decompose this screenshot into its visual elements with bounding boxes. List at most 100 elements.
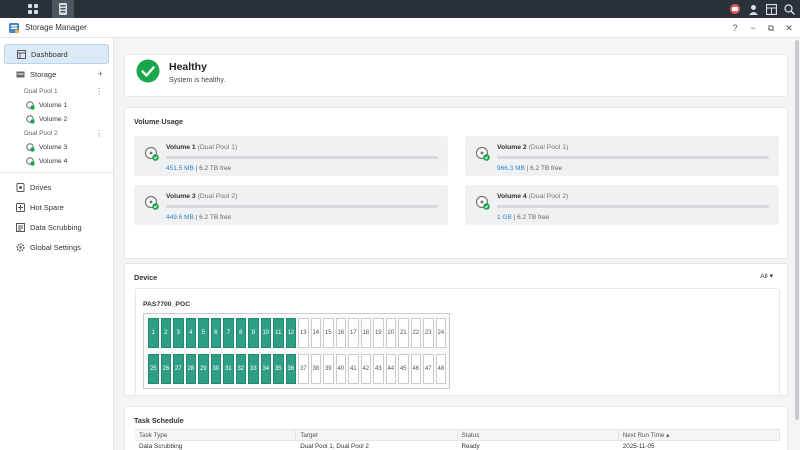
drive-bay[interactable]: 18 (360, 318, 372, 348)
volume-healthy-icon (144, 146, 159, 161)
drive-bay[interactable]: 31 (223, 354, 234, 384)
more-options-icon[interactable]: ⋮ (95, 129, 103, 138)
drive-bay[interactable]: 35 (273, 354, 284, 384)
volume-card[interactable]: Volume 4 (Dual Pool 2) 1 GB | 6.2 TB fre… (465, 185, 779, 225)
table-cell: Data Scrubbing (139, 443, 183, 450)
drive-bay[interactable]: 34 (260, 354, 272, 384)
drive-bay[interactable]: 17 (348, 318, 359, 348)
volume-name: Volume 3 (166, 193, 196, 200)
volume-usage-title: Volume Usage (134, 117, 183, 126)
volume-name: Volume 4 (497, 193, 527, 200)
drive-bay[interactable]: 7 (223, 318, 234, 348)
sidebar-item-volume-2[interactable]: Volume 2 (0, 112, 113, 126)
search-icon[interactable] (782, 2, 796, 16)
drive-bay[interactable]: 44 (385, 354, 397, 384)
notification-icon[interactable] (728, 2, 742, 16)
sidebar-item-data-scrubbing[interactable]: Data Scrubbing (4, 217, 109, 237)
drive-bay[interactable]: 45 (398, 354, 409, 384)
drive-bay[interactable]: 37 (298, 354, 309, 384)
drive-bay[interactable]: 19 (373, 318, 384, 348)
sidebar-item-label: Data Scrubbing (30, 222, 82, 232)
drive-bay[interactable]: 48 (435, 354, 447, 384)
drive-bay[interactable]: 27 (173, 354, 184, 384)
drive-bay[interactable]: 3 (173, 318, 184, 348)
drive-bay[interactable]: 13 (298, 318, 309, 348)
sidebar-item-volume-4[interactable]: Volume 4 (0, 154, 113, 168)
pool-header-1[interactable]: Dual Pool 1 ⋮ (0, 84, 113, 98)
drive-bay[interactable]: 16 (335, 318, 347, 348)
drive-bay[interactable]: 30 (210, 354, 222, 384)
drive-bay[interactable]: 39 (323, 354, 334, 384)
sidebar-item-dashboard[interactable]: Dashboard (4, 44, 109, 64)
drive-bay[interactable]: 14 (310, 318, 322, 348)
drive-bay[interactable]: 41 (348, 354, 359, 384)
drive-bay[interactable]: 25 (148, 354, 159, 384)
table-row[interactable]: Data Scrubbing Dual Pool 1, Dual Pool 2 … (135, 441, 780, 450)
health-card: Healthy System is healthy. (124, 54, 788, 97)
column-header-task-type[interactable]: Task Type (135, 430, 297, 440)
volume-used: 1 GB (497, 214, 512, 221)
volume-usage-bar (497, 156, 769, 159)
volume-free: | 6.2 TB free (195, 165, 232, 172)
drive-bay[interactable]: 32 (235, 354, 247, 384)
add-icon[interactable]: + (98, 69, 103, 79)
sidebar-item-global-settings[interactable]: Global Settings (4, 237, 109, 257)
drive-bay[interactable]: 6 (210, 318, 222, 348)
minimize-icon[interactable]: − (748, 23, 758, 33)
column-header-status[interactable]: Status (458, 430, 619, 440)
drive-bay[interactable]: 43 (373, 354, 384, 384)
drive-bay[interactable]: 33 (248, 354, 259, 384)
drive-bay[interactable]: 36 (285, 354, 297, 384)
drive-bay[interactable]: 4 (185, 318, 197, 348)
column-header-next-run-time[interactable]: Next Run Time ▴ (619, 430, 780, 440)
sidebar-item-drives[interactable]: Drives (4, 177, 109, 197)
restore-icon[interactable]: ⧉ (766, 23, 776, 34)
drive-bay[interactable]: 15 (323, 318, 334, 348)
drive-bay[interactable]: 5 (198, 318, 209, 348)
device-title: Device (134, 273, 158, 282)
drive-bay[interactable]: 46 (410, 354, 422, 384)
drive-bay[interactable]: 1 (148, 318, 159, 348)
drive-bay[interactable]: 24 (435, 318, 447, 348)
sidebar-item-hot-spare[interactable]: Hot Spare (4, 197, 109, 217)
drive-bay[interactable]: 29 (198, 354, 209, 384)
scrollbar-thumb[interactable] (795, 40, 799, 420)
drive-bay[interactable]: 9 (248, 318, 259, 348)
column-header-target[interactable]: Target (296, 430, 458, 440)
device-filter-dropdown[interactable]: All ▾ (760, 272, 773, 280)
volume-used: 966.3 MB (497, 165, 525, 172)
drive-bay[interactable]: 11 (273, 318, 284, 348)
drive-bay[interactable]: 38 (310, 354, 322, 384)
user-icon[interactable] (746, 2, 760, 16)
widgets-icon[interactable] (764, 2, 778, 16)
table-cell: Ready (461, 443, 480, 450)
drive-bay[interactable]: 20 (385, 318, 397, 348)
sidebar-item-storage[interactable]: Storage + (4, 64, 109, 84)
drive-bay[interactable]: 10 (260, 318, 272, 348)
drive-bay[interactable]: 28 (185, 354, 197, 384)
volume-card[interactable]: Volume 1 (Dual Pool 1) 451.5 MB | 6.2 TB… (134, 136, 448, 176)
sidebar-item-volume-1[interactable]: Volume 1 (0, 98, 113, 112)
drive-bay[interactable]: 23 (423, 318, 434, 348)
drive-bay[interactable]: 12 (285, 318, 297, 348)
volume-card[interactable]: Volume 2 (Dual Pool 1) 966.3 MB | 6.2 TB… (465, 136, 779, 176)
drive-bay[interactable]: 21 (398, 318, 409, 348)
drive-bay[interactable]: 8 (235, 318, 247, 348)
drive-bay[interactable]: 22 (410, 318, 422, 348)
volume-card[interactable]: Volume 3 (Dual Pool 2) 449.6 MB | 6.2 TB… (134, 185, 448, 225)
drive-bay[interactable]: 26 (160, 354, 172, 384)
close-icon[interactable]: ✕ (784, 23, 794, 34)
scrollbar[interactable] (794, 38, 800, 450)
drive-bay[interactable]: 42 (360, 354, 372, 384)
drive-bay[interactable]: 47 (423, 354, 434, 384)
divider (0, 172, 113, 173)
pool-header-2[interactable]: Dual Pool 2 ⋮ (0, 126, 113, 140)
app-grid-icon[interactable] (22, 0, 44, 18)
help-icon[interactable]: ? (730, 23, 740, 33)
storage-manager-taskbar-icon[interactable] (52, 0, 74, 18)
sidebar-item-volume-3[interactable]: Volume 3 (0, 140, 113, 154)
more-options-icon[interactable]: ⋮ (95, 87, 103, 96)
volume-name: Volume 2 (497, 144, 527, 151)
drive-bay[interactable]: 2 (160, 318, 172, 348)
drive-bay[interactable]: 40 (335, 354, 347, 384)
